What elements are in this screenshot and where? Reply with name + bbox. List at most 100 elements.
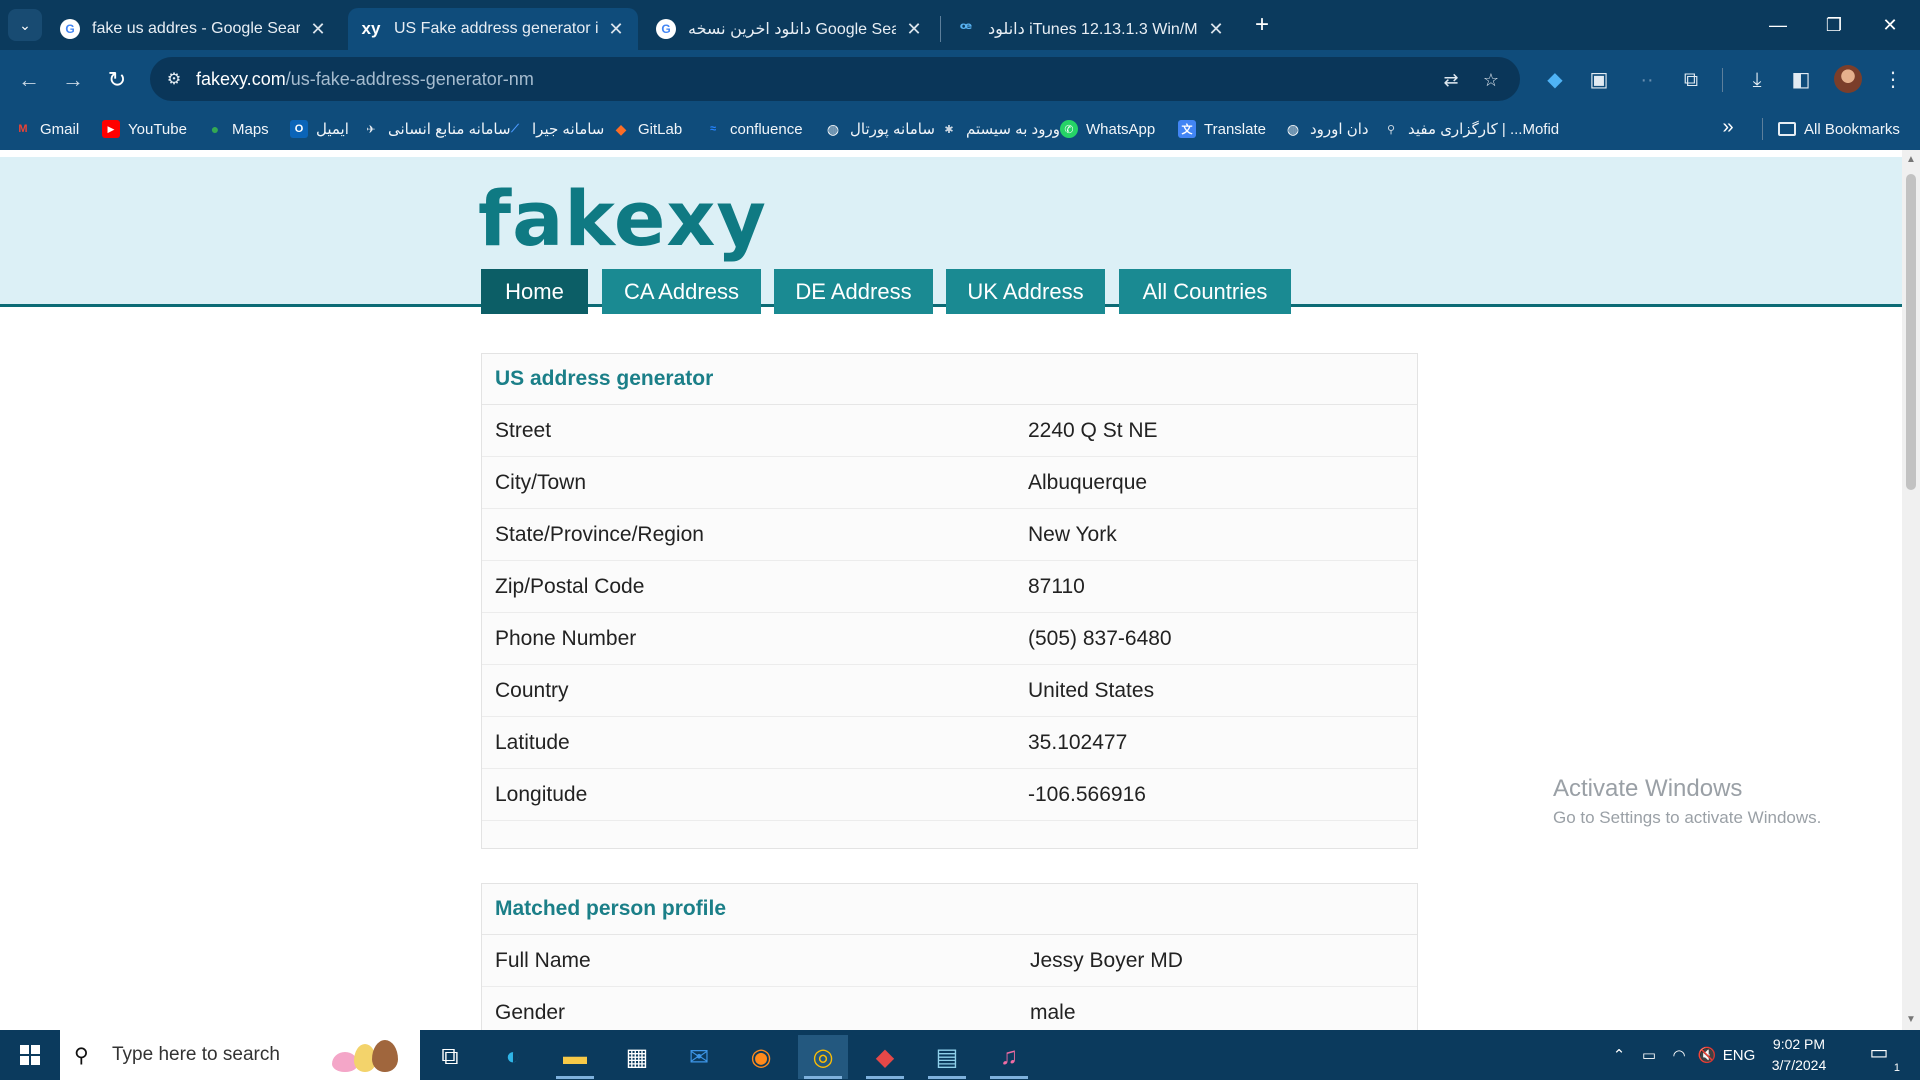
bookmark-youtube[interactable]: ▶ YouTube bbox=[102, 108, 187, 150]
profile-card-title: Matched person profile bbox=[482, 884, 1417, 935]
file-explorer-icon[interactable]: ▬ bbox=[550, 1035, 600, 1079]
show-hidden-icons-icon[interactable]: ⌃ bbox=[1606, 1030, 1632, 1080]
wifi-icon[interactable]: ◠ bbox=[1666, 1030, 1692, 1080]
site-info-icon[interactable]: ⚙ bbox=[164, 69, 184, 89]
bookmark-jira[interactable]: ⟋ سامانه جیرا bbox=[506, 108, 604, 150]
translate-page-icon[interactable]: ⇄ bbox=[1438, 67, 1464, 93]
bookmark-label: دان اورود bbox=[1310, 121, 1369, 138]
hr-icon: ✈ bbox=[366, 123, 376, 136]
forward-button[interactable]: → bbox=[58, 65, 88, 95]
extensions-puzzle-icon[interactable]: ⧉ bbox=[1676, 65, 1706, 95]
start-button[interactable] bbox=[0, 1030, 60, 1080]
itunes-icon[interactable]: ♫ bbox=[984, 1035, 1034, 1079]
scroll-up-icon[interactable]: ▲ bbox=[1905, 154, 1917, 166]
bookmark-translate[interactable]: 文 Translate bbox=[1178, 108, 1266, 150]
bookmark-login[interactable]: ✱ ورود به سیستم bbox=[940, 108, 1060, 150]
field-label: City/Town bbox=[495, 470, 587, 494]
nav-all-countries[interactable]: All Countries bbox=[1119, 269, 1291, 314]
bookmark-label: Translate bbox=[1204, 120, 1266, 138]
arrow-left-icon: ← bbox=[18, 67, 40, 92]
notepad-icon[interactable]: ▤ bbox=[922, 1035, 972, 1079]
bookmark-email[interactable]: O ایمیل bbox=[290, 108, 349, 150]
tab-title: US Fake address generator in N bbox=[394, 20, 598, 37]
close-icon[interactable]: ✕ bbox=[1206, 19, 1226, 40]
address-bar[interactable]: ⚙ fakexy.com/us-fake-address-generator-n… bbox=[150, 57, 1520, 101]
edge-icon[interactable]: ◐ bbox=[488, 1035, 538, 1079]
scroll-thumb[interactable] bbox=[1906, 174, 1916, 490]
extension-dots-icon[interactable]: ·· bbox=[1632, 65, 1662, 95]
task-view-icon[interactable]: ⧉ bbox=[425, 1035, 475, 1079]
profile-avatar[interactable] bbox=[1834, 65, 1862, 93]
scroll-down-icon[interactable]: ▼ bbox=[1905, 1014, 1917, 1026]
tab-title: دانلود اخرین نسخه Google Search - bbox=[688, 21, 896, 38]
close-window-button[interactable]: ✕ bbox=[1862, 8, 1918, 42]
bookmark-confluence[interactable]: ≈ confluence bbox=[704, 108, 803, 150]
tab-google-search[interactable]: G fake us addres - Google Search ✕ bbox=[48, 8, 340, 50]
minimize-button[interactable]: — bbox=[1750, 8, 1806, 42]
more-bookmarks-button[interactable]: » bbox=[1716, 116, 1740, 142]
bookmark-label: Maps bbox=[232, 120, 269, 138]
restore-button[interactable]: ❐ bbox=[1806, 8, 1862, 42]
field-value: 2240 Q St NE bbox=[1028, 418, 1158, 442]
easter-eggs-icon bbox=[330, 1040, 410, 1074]
bookmark-whatsapp[interactable]: ✆ WhatsApp bbox=[1060, 108, 1155, 150]
tab-download-google[interactable]: G دانلود اخرین نسخه Google Search - ✕ bbox=[644, 8, 936, 50]
login-icon: ✱ bbox=[944, 123, 954, 136]
close-icon[interactable]: ✕ bbox=[904, 19, 924, 40]
volume-muted-icon[interactable]: 🔇 bbox=[1694, 1030, 1720, 1080]
url-text[interactable]: fakexy.com/us-fake-address-generator-nm bbox=[196, 69, 534, 90]
mail-icon[interactable]: ✉ bbox=[674, 1035, 724, 1079]
firefox-icon[interactable]: ◉ bbox=[736, 1035, 786, 1079]
store-icon[interactable]: ▦ bbox=[612, 1035, 662, 1079]
taskbar-clock[interactable]: 9:02 PM 3/7/2024 bbox=[1754, 1034, 1844, 1076]
field-value: Jessy Boyer MD bbox=[1030, 948, 1183, 972]
close-icon[interactable]: ✕ bbox=[606, 19, 626, 40]
table-row: Street 2240 Q St NE bbox=[482, 405, 1417, 457]
bookmark-hr-system[interactable]: ✈ سامانه منابع انسانی bbox=[362, 108, 510, 150]
bookmark-download-enter[interactable]: ◍ دان اورود bbox=[1284, 108, 1369, 150]
all-bookmarks-button[interactable]: All Bookmarks bbox=[1778, 108, 1900, 150]
close-icon[interactable]: ✕ bbox=[308, 19, 328, 40]
confluence-icon: ≈ bbox=[709, 123, 717, 135]
battery-icon[interactable]: ▭ bbox=[1636, 1030, 1662, 1080]
bookmark-gmail[interactable]: M Gmail bbox=[14, 108, 79, 150]
site-logo[interactable]: fakexy bbox=[478, 181, 767, 257]
side-panel-icon[interactable]: ◧ bbox=[1786, 65, 1816, 95]
bookmark-maps[interactable]: ● Maps bbox=[206, 108, 269, 150]
whatsapp-icon: ✆ bbox=[1060, 120, 1078, 138]
page-scrollbar[interactable]: ▲ ▼ bbox=[1902, 150, 1920, 1030]
chrome-icon[interactable]: ◎ bbox=[798, 1035, 848, 1079]
tab-fakexy[interactable]: xy US Fake address generator in N ✕ bbox=[348, 8, 638, 50]
maps-icon: ● bbox=[210, 121, 220, 137]
taskbar-search[interactable]: ⚲ Type here to search bbox=[60, 1030, 420, 1080]
tab-search-button[interactable]: ⌄ bbox=[8, 9, 42, 41]
google-icon: G bbox=[60, 19, 80, 39]
windows-logo-icon bbox=[20, 1045, 40, 1065]
notifications-button[interactable]: ▭ 1 bbox=[1864, 1040, 1900, 1074]
nav-ca-address[interactable]: CA Address bbox=[602, 269, 761, 314]
menu-kebab-icon[interactable]: ⋮ bbox=[1878, 65, 1908, 95]
bookmark-star-icon[interactable]: ☆ bbox=[1478, 67, 1504, 93]
nav-de-address[interactable]: DE Address bbox=[774, 269, 933, 314]
search-icon: ⚲ bbox=[74, 1044, 89, 1067]
bookmark-portal[interactable]: ◍ سامانه پورتال bbox=[824, 108, 935, 150]
extension-pin-icon[interactable]: ◆ bbox=[1540, 65, 1570, 95]
table-row: City/Town Albuquerque bbox=[482, 457, 1417, 509]
back-button[interactable]: ← bbox=[14, 65, 44, 95]
language-indicator[interactable]: ENG bbox=[1723, 1030, 1756, 1080]
anydesk-icon[interactable]: ◆ bbox=[860, 1035, 910, 1079]
nav-uk-address[interactable]: UK Address bbox=[946, 269, 1105, 314]
bookmark-gitlab[interactable]: ◆ GitLab bbox=[612, 108, 683, 150]
bookmark-label: confluence bbox=[730, 120, 803, 138]
card-footer bbox=[482, 821, 1417, 848]
bookmark-label: WhatsApp bbox=[1086, 120, 1156, 138]
extension-shield-icon[interactable]: ▣ bbox=[1584, 65, 1614, 95]
translate-icon: 文 bbox=[1178, 120, 1196, 138]
download-icon[interactable]: ⤓ bbox=[1742, 65, 1772, 95]
new-tab-button[interactable]: + bbox=[1248, 12, 1276, 40]
reload-button[interactable]: ↻ bbox=[102, 65, 132, 95]
youtube-icon: ▶ bbox=[102, 120, 120, 138]
tab-itunes[interactable]: ꟹ دانلود iTunes 12.13.1.3 Win/Mac ✕ bbox=[944, 8, 1238, 50]
nav-home[interactable]: Home bbox=[481, 269, 588, 314]
bookmark-mofid[interactable]: ⚲ کارگزاری مفید | ...Mofid bbox=[1382, 108, 1559, 150]
